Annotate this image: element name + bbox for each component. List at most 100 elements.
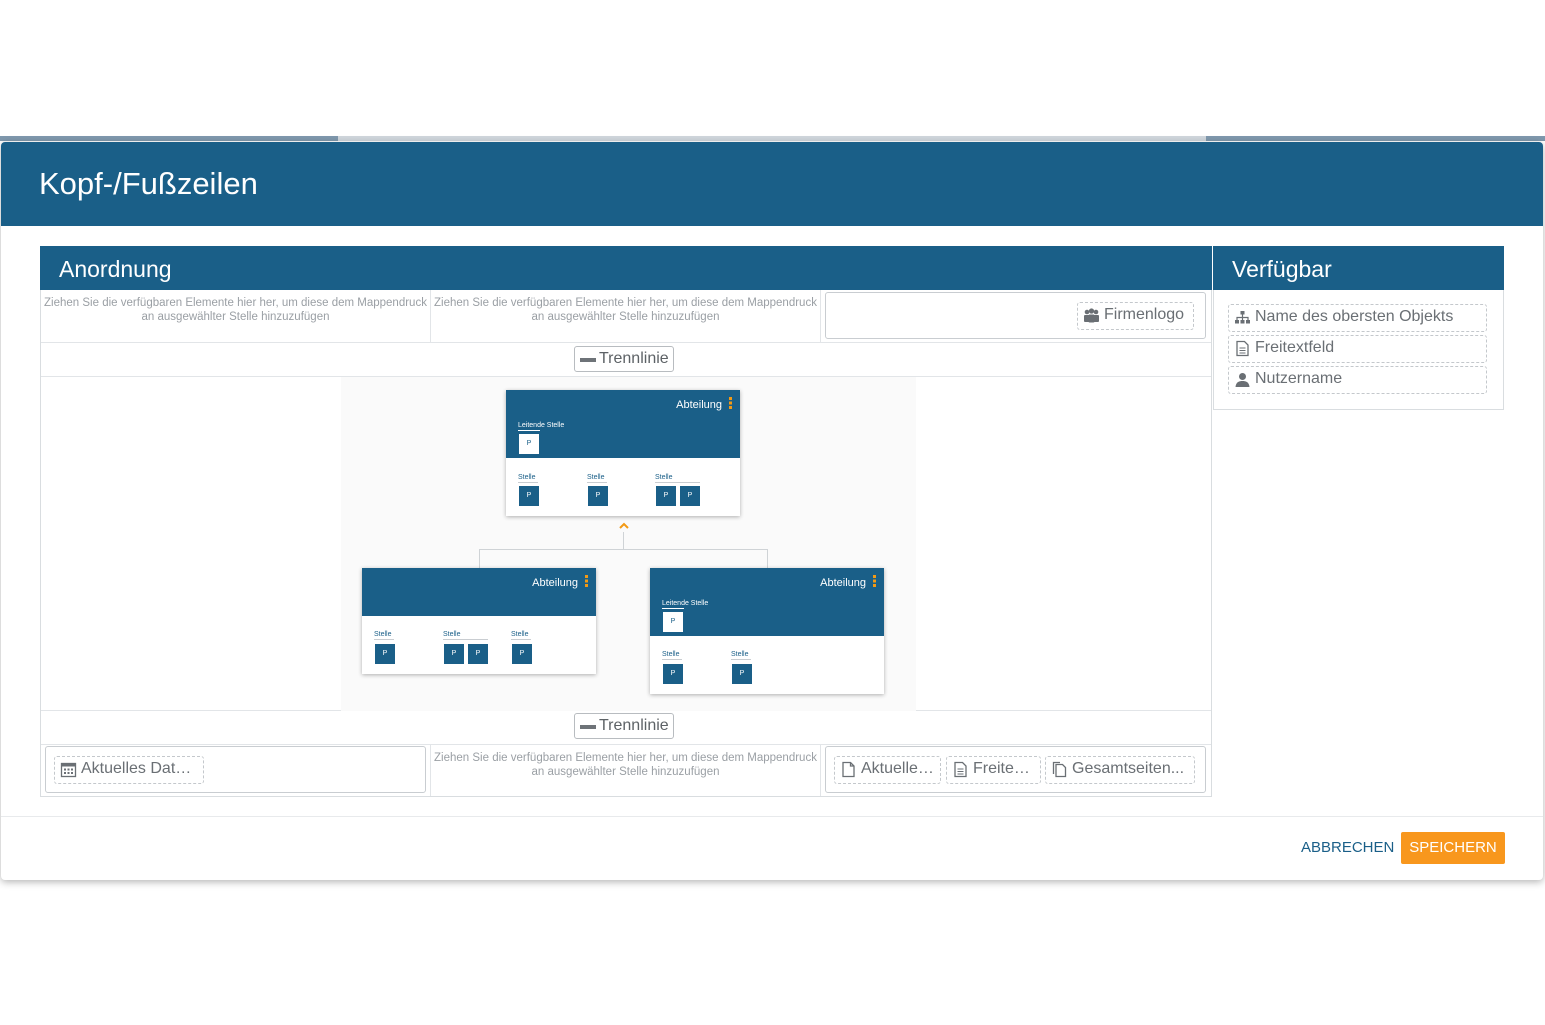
available-panel-title: Verfügbar: [1213, 246, 1504, 290]
org-card-left[interactable]: Abteilung Stelle P Stelle P P Stelle P: [362, 568, 596, 674]
top-divider-row: Trennlinie: [41, 343, 1211, 377]
more-icon[interactable]: [873, 575, 876, 587]
card-header: Abteilung: [362, 568, 596, 616]
firmenlogo-chip[interactable]: Firmenlogo: [1077, 302, 1194, 330]
lead-label: Leitende Stelle: [662, 600, 709, 607]
card-header: Abteilung Leitende Stelle P: [506, 390, 740, 458]
free-text-field-chip[interactable]: Freitextfeld: [1228, 335, 1487, 363]
position-label: Stelle: [731, 651, 749, 658]
position-label: Stelle: [511, 631, 529, 638]
position-label: Stelle: [518, 474, 536, 481]
position-underline: [511, 639, 531, 640]
header-right-box: Firmenlogo: [825, 292, 1206, 339]
footer-drop-zone-right[interactable]: Aktuelle ... Freitex... Gesamtseiten...: [821, 745, 1211, 796]
position-label: Stelle: [374, 631, 392, 638]
chip-label: Nutzername: [1255, 370, 1343, 387]
header-row: Ziehen Sie die verfügbaren Elemente hier…: [41, 290, 1211, 343]
footer-drop-zone-middle[interactable]: Ziehen Sie die verfügbaren Elemente hier…: [431, 745, 821, 796]
username-chip[interactable]: Nutzername: [1228, 366, 1487, 394]
position-label: Stelle: [587, 474, 605, 481]
position-label: Stelle: [443, 631, 461, 638]
current-page-chip[interactable]: Aktuelle ...: [834, 756, 941, 784]
connector-line: [767, 549, 768, 568]
position-underline: [587, 482, 607, 483]
position-underline: [662, 659, 682, 660]
background-tab-active-right: [1206, 136, 1545, 141]
hierarchy-icon: [1235, 311, 1250, 324]
footer-drop-zone-left[interactable]: Aktuelles Datum: [41, 745, 431, 796]
text-document-icon: [1236, 340, 1249, 357]
total-pages-chip[interactable]: Gesamtseiten...: [1045, 756, 1195, 784]
position-underline: [655, 482, 700, 483]
drop-hint: Ziehen Sie die verfügbaren Elemente hier…: [44, 297, 427, 323]
person-box[interactable]: P: [588, 486, 608, 506]
footer-row: Aktuelles Datum Ziehen Sie die verfügbar…: [41, 745, 1211, 796]
more-icon[interactable]: [585, 575, 588, 587]
person-box[interactable]: P: [656, 486, 676, 506]
top-object-name-chip[interactable]: Name des obersten Objekts: [1228, 304, 1487, 332]
drop-hint: Ziehen Sie die verfügbaren Elemente hier…: [434, 752, 817, 778]
person-box[interactable]: P: [512, 644, 532, 664]
top-divider-chip[interactable]: Trennlinie: [574, 346, 674, 372]
card-title: Abteilung: [820, 577, 866, 589]
person-box[interactable]: P: [680, 486, 700, 506]
divider-icon: [580, 725, 596, 729]
current-date-chip[interactable]: Aktuelles Datum: [54, 756, 204, 784]
chip-label: Gesamtseiten...: [1072, 760, 1185, 777]
org-chart-preview: Abteilung Leitende Stelle P Stelle P Ste…: [41, 377, 1211, 711]
group-icon: [1084, 308, 1099, 323]
dialog-footer-divider: [1, 816, 1543, 817]
card-title: Abteilung: [532, 577, 578, 589]
lead-underline: [662, 608, 684, 609]
person-box[interactable]: P: [444, 644, 464, 664]
background-tab-strip: [0, 136, 1545, 141]
free-text-chip[interactable]: Freitex...: [946, 756, 1041, 784]
lead-person-box[interactable]: P: [519, 434, 539, 454]
divider-icon: [580, 358, 596, 362]
dialog-header: Kopf-/Fußzeilen: [1, 142, 1543, 226]
header-footer-dialog: Kopf-/Fußzeilen Anordnung Ziehen Sie die…: [1, 142, 1543, 880]
header-drop-zone-right[interactable]: Firmenlogo: [821, 290, 1211, 342]
chip-label: Trennlinie: [599, 350, 669, 367]
footer-left-box: Aktuelles Datum: [45, 746, 426, 793]
position-label: Stelle: [655, 474, 673, 481]
chip-label: Freitex...: [973, 760, 1036, 777]
document-icon: [842, 761, 855, 778]
person-box[interactable]: P: [519, 486, 539, 506]
lead-underline: [518, 430, 540, 431]
user-icon: [1235, 373, 1250, 387]
save-button[interactable]: SPEICHERN: [1401, 832, 1505, 864]
header-drop-zone-left[interactable]: Ziehen Sie die verfügbaren Elemente hier…: [41, 290, 431, 342]
bottom-divider-row: Trennlinie: [41, 711, 1211, 745]
dialog-title: Kopf-/Fußzeilen: [39, 166, 258, 201]
calendar-icon: [60, 762, 77, 778]
position-underline: [443, 639, 488, 640]
person-box[interactable]: P: [375, 644, 395, 664]
chip-label: Firmenlogo: [1104, 306, 1185, 323]
connector-line: [479, 549, 767, 550]
copy-icon: [1052, 761, 1067, 778]
cancel-button[interactable]: ABBRECHEN: [1301, 839, 1394, 856]
person-box[interactable]: P: [663, 664, 683, 684]
chip-label: Aktuelle ...: [861, 760, 936, 777]
drop-hint: Ziehen Sie die verfügbaren Elemente hier…: [434, 297, 817, 323]
more-icon[interactable]: [729, 397, 732, 409]
card-header: Abteilung Leitende Stelle P: [650, 568, 884, 636]
footer-right-box: Aktuelle ... Freitex... Gesamtseiten...: [825, 746, 1206, 793]
connector-line: [623, 532, 624, 549]
position-underline: [374, 639, 394, 640]
org-card-right[interactable]: Abteilung Leitende Stelle P Stelle P Ste…: [650, 568, 884, 694]
card-title: Abteilung: [676, 399, 722, 411]
chip-label: Freitextfeld: [1255, 339, 1335, 356]
chevron-up-icon[interactable]: [619, 522, 629, 530]
chip-label: Aktuelles Datum: [81, 760, 198, 777]
available-panel: Name des obersten Objekts Freitextfeld N…: [1213, 290, 1504, 410]
bottom-divider-chip[interactable]: Trennlinie: [574, 713, 674, 739]
org-card-top[interactable]: Abteilung Leitende Stelle P Stelle P Ste…: [506, 390, 740, 516]
lead-person-box[interactable]: P: [663, 612, 683, 632]
header-drop-zone-middle[interactable]: Ziehen Sie die verfügbaren Elemente hier…: [431, 290, 821, 342]
person-box[interactable]: P: [468, 644, 488, 664]
position-underline: [518, 482, 538, 483]
person-box[interactable]: P: [732, 664, 752, 684]
connector-line: [479, 549, 480, 568]
